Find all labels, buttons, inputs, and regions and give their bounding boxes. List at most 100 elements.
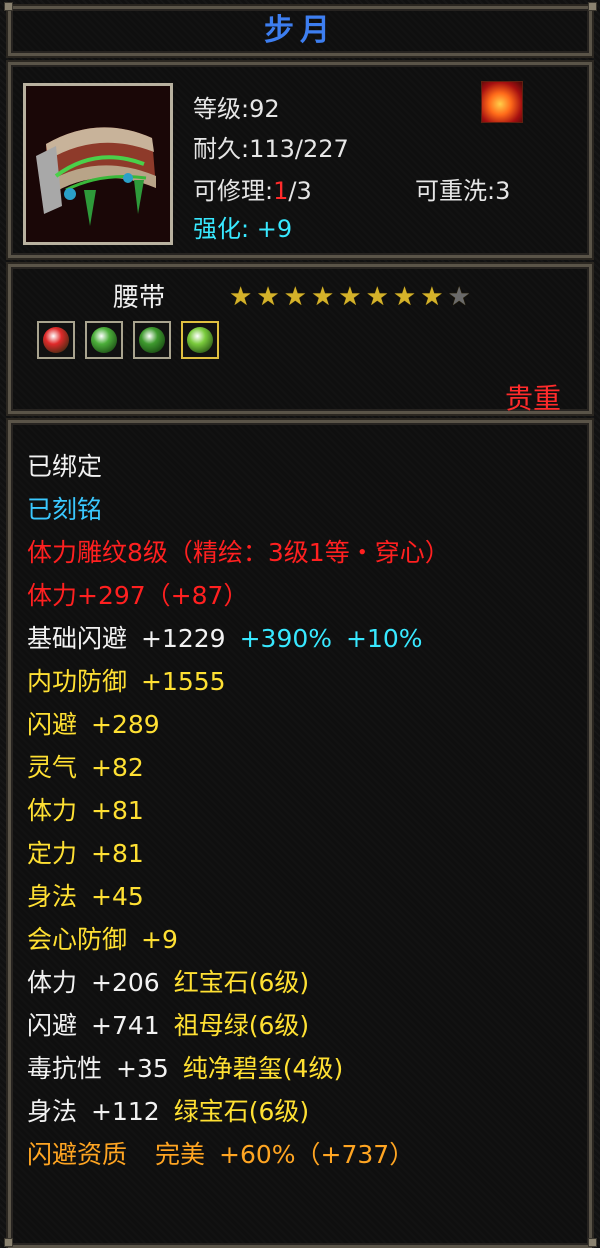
enhance-label: 强化 bbox=[193, 215, 241, 243]
frame-rivet bbox=[4, 1238, 13, 1247]
rarity-label: 贵重 bbox=[504, 382, 561, 415]
repair-total: /3 bbox=[288, 177, 312, 205]
attribute-list: 已绑定 已刻铭 体力雕纹8级（精绘：3级1等・穿心） 体力+297（+87） 基… bbox=[27, 445, 450, 1176]
green-leaf-icon bbox=[91, 327, 117, 353]
belt-icon bbox=[26, 86, 170, 242]
attribute-label: 毒抗性 bbox=[27, 1054, 103, 1083]
star-icon: ★ bbox=[338, 282, 362, 312]
attribute-label: 定力 bbox=[27, 839, 78, 868]
base-dodge-pct2: +10% bbox=[346, 624, 423, 653]
item-tooltip-panel: 步月 等级:92 耐久:113/227 可修理:1/3 可重洗:3 强化: +9… bbox=[0, 0, 600, 1248]
attribute-label: 灵气 bbox=[27, 753, 78, 782]
gem-name: 祖母绿(6级) bbox=[173, 1011, 310, 1040]
repair-stat: 可修理:1/3 bbox=[193, 177, 312, 205]
base-dodge-value: +1229 bbox=[141, 624, 226, 653]
level-label: 等级 bbox=[193, 95, 241, 123]
rewash-label: 可重洗 bbox=[415, 177, 487, 205]
star-icon: ★ bbox=[420, 282, 444, 312]
quality-label: 闪避资质 bbox=[27, 1140, 128, 1169]
attribute-value: +289 bbox=[91, 710, 160, 739]
attribute-value: +9 bbox=[141, 925, 178, 954]
attribute-value: +35 bbox=[116, 1054, 169, 1083]
attribute-row: 会心防御 +9 bbox=[27, 918, 450, 961]
attribute-row: 闪避 +741 祖母绿(6级) bbox=[27, 1004, 450, 1047]
attribute-row: 内功防御 +1555 bbox=[27, 660, 450, 703]
item-type-name: 腰带 bbox=[113, 283, 166, 313]
base-dodge-pct1: +390% bbox=[239, 624, 333, 653]
attribute-rows: 内功防御 +1555 闪避 +289 灵气 +82 体力 +81 定力 +81 身法 +45 会心防御 +… bbox=[27, 660, 450, 1133]
attribute-row: 毒抗性 +35 纯净碧玺(4级) bbox=[27, 1047, 450, 1090]
attribute-row: 闪避 +289 bbox=[27, 703, 450, 746]
star-icon: ★ bbox=[392, 282, 417, 312]
item-title: 步月 bbox=[264, 13, 336, 48]
attribute-row: 灵气 +82 bbox=[27, 746, 450, 789]
durability-value: 113/227 bbox=[249, 135, 349, 163]
vitality-bonus-line: 体力+297（+87） bbox=[27, 581, 249, 610]
attribute-value: +112 bbox=[91, 1097, 160, 1126]
attribute-label: 内功防御 bbox=[27, 667, 128, 696]
attribute-box: 已绑定 已刻铭 体力雕纹8级（精绘：3级1等・穿心） 体力+297（+87） 基… bbox=[8, 420, 592, 1248]
attribute-value: +741 bbox=[91, 1011, 160, 1040]
repair-used: 1 bbox=[273, 177, 289, 205]
attribute-label: 会心防御 bbox=[27, 925, 128, 954]
star-rating: ★ ★ ★ ★ ★ ★ ★ ★ ★ bbox=[229, 284, 471, 310]
item-name-box: 腰带 ★ ★ ★ ★ ★ ★ ★ ★ ★ 贵重 bbox=[8, 264, 592, 415]
item-info-box: 等级:92 耐久:113/227 可修理:1/3 可重洗:3 强化: +9 bbox=[8, 62, 592, 258]
quality-value: +60%（+737） bbox=[219, 1140, 415, 1169]
gem-name: 纯净碧玺(4级) bbox=[182, 1054, 344, 1083]
attribute-row: 身法 +45 bbox=[27, 875, 450, 918]
gem-name: 绿宝石(6级) bbox=[173, 1097, 310, 1126]
attribute-row: 体力 +206 红宝石(6级) bbox=[27, 961, 450, 1004]
gem-name: 红宝石(6级) bbox=[173, 968, 310, 997]
enhance-value: +9 bbox=[256, 215, 293, 243]
item-icon-frame[interactable] bbox=[23, 83, 173, 245]
star-icon: ★ bbox=[229, 282, 253, 312]
attribute-label: 身法 bbox=[27, 882, 78, 911]
attribute-label: 闪避 bbox=[27, 710, 78, 739]
bound-status: 已绑定 bbox=[27, 452, 103, 481]
attribute-value: +1555 bbox=[141, 667, 226, 696]
enhance-stat: 强化: +9 bbox=[193, 215, 293, 243]
attribute-label: 体力 bbox=[27, 968, 78, 997]
gem-slot[interactable] bbox=[181, 321, 219, 359]
title-bar: 步月 bbox=[8, 6, 592, 56]
durability-stat: 耐久:113/227 bbox=[193, 135, 349, 163]
attribute-value: +81 bbox=[91, 839, 144, 868]
green-leaf-icon bbox=[139, 327, 165, 353]
carving-line: 体力雕纹8级（精绘：3级1等・穿心） bbox=[27, 538, 450, 567]
star-icon: ★ bbox=[283, 282, 307, 312]
rewash-stat: 可重洗:3 bbox=[415, 177, 511, 205]
gem-slot[interactable] bbox=[85, 321, 123, 359]
star-icon: ★ bbox=[310, 282, 335, 312]
level-stat: 等级:92 bbox=[193, 95, 280, 123]
base-dodge-label: 基础闪避 bbox=[27, 624, 128, 653]
attribute-value: +81 bbox=[91, 796, 144, 825]
star-icon: ★ bbox=[365, 282, 389, 312]
attribute-value: +206 bbox=[91, 968, 160, 997]
frame-rivet bbox=[588, 2, 597, 11]
level-value: 92 bbox=[249, 95, 280, 123]
attribute-label: 体力 bbox=[27, 796, 78, 825]
quality-grade: 完美 bbox=[155, 1140, 206, 1169]
green-orb-icon bbox=[187, 327, 213, 353]
gem-slot[interactable] bbox=[133, 321, 171, 359]
rewash-value: 3 bbox=[495, 177, 511, 205]
engraved-status: 已刻铭 bbox=[27, 495, 103, 524]
attribute-label: 身法 bbox=[27, 1097, 78, 1126]
fire-element-icon[interactable] bbox=[481, 81, 523, 123]
attribute-row: 定力 +81 bbox=[27, 832, 450, 875]
gem-slots bbox=[37, 321, 219, 359]
repair-label: 可修理 bbox=[193, 177, 265, 205]
star-icon: ★ bbox=[256, 282, 280, 312]
attribute-row: 身法 +112 绿宝石(6级) bbox=[27, 1090, 450, 1133]
attribute-value: +82 bbox=[91, 753, 144, 782]
attribute-value: +45 bbox=[91, 882, 144, 911]
frame-rivet bbox=[588, 1238, 597, 1247]
frame-rivet bbox=[4, 2, 13, 11]
star-icon: ★ bbox=[447, 282, 471, 312]
quality-line: 闪避资质 完美 +60%（+737） bbox=[27, 1133, 450, 1176]
attribute-label: 闪避 bbox=[27, 1011, 78, 1040]
base-dodge-line: 基础闪避 +1229 +390% +10% bbox=[27, 617, 450, 660]
attribute-row: 体力 +81 bbox=[27, 789, 450, 832]
gem-slot[interactable] bbox=[37, 321, 75, 359]
